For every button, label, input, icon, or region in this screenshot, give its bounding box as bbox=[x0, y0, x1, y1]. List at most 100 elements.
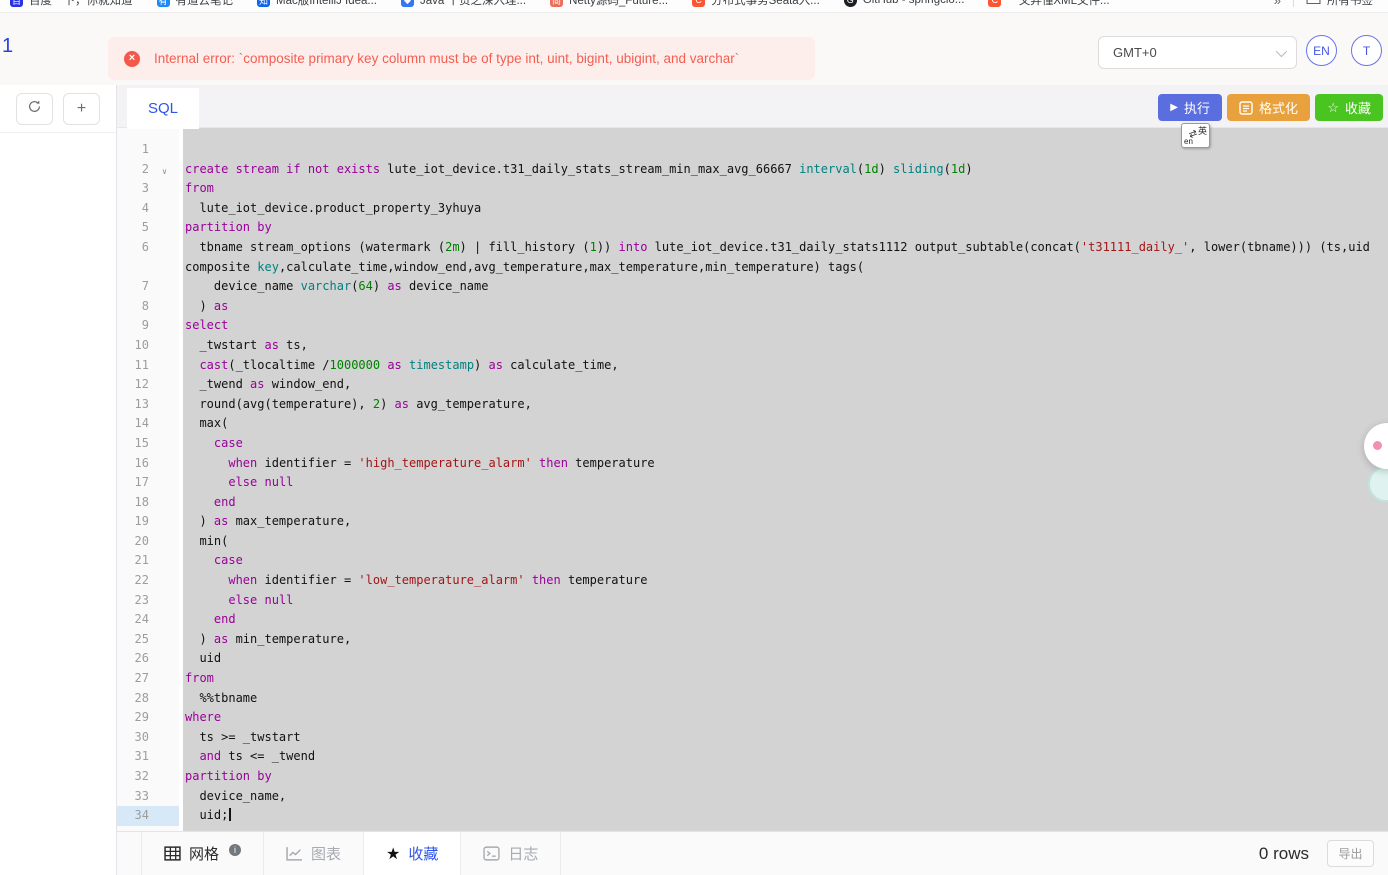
code-line[interactable]: 28 %%tbname bbox=[117, 689, 1388, 709]
refresh-button[interactable] bbox=[16, 93, 53, 125]
code-line[interactable]: 21 case bbox=[117, 551, 1388, 571]
code-text: partition by bbox=[183, 767, 1388, 787]
code-line[interactable]: 30 ts >= _twstart bbox=[117, 728, 1388, 748]
code-text: from bbox=[183, 179, 1388, 199]
plus-icon: + bbox=[77, 100, 86, 118]
code-line[interactable]: 20 min( bbox=[117, 532, 1388, 552]
bookmarks-list: 百百度一下，你就知道 有有道云笔记 知Mac版IntelliJ Idea... ◆Ja… bbox=[0, 0, 1388, 13]
youdao-icon: 有 bbox=[157, 0, 170, 7]
code-line[interactable]: 3from bbox=[117, 179, 1388, 199]
code-line[interactable]: 17 else null bbox=[117, 473, 1388, 493]
results-tabs: 网格i图表★收藏日志 bbox=[117, 832, 561, 875]
line-number: 8 bbox=[117, 297, 179, 317]
star-outline-icon: ☆ bbox=[1327, 101, 1339, 114]
code-line[interactable]: 25 ) as min_temperature, bbox=[117, 630, 1388, 650]
code-line[interactable]: 16 when identifier = 'high_temperature_a… bbox=[117, 454, 1388, 474]
code-text: device_name, bbox=[183, 787, 1388, 807]
line-number: 9 bbox=[117, 316, 179, 336]
line-number: 21 bbox=[117, 551, 179, 571]
code-line[interactable]: 23 else null bbox=[117, 591, 1388, 611]
code-line[interactable]: 26 uid bbox=[117, 649, 1388, 669]
code-line[interactable]: 5partition by bbox=[117, 218, 1388, 238]
bookmark-item[interactable]: GGitHub - springclo... bbox=[844, 0, 965, 7]
sql-editor[interactable]: 12∨create stream if not exists lute_iot_… bbox=[117, 128, 1388, 831]
line-number: 10 bbox=[117, 336, 179, 356]
code-text: case bbox=[183, 551, 1388, 571]
add-button[interactable]: + bbox=[63, 93, 100, 125]
bookmark-item[interactable]: 简Netty源码_Future... bbox=[550, 0, 668, 8]
code-text: case bbox=[183, 434, 1388, 454]
code-line[interactable]: 27from bbox=[117, 669, 1388, 689]
line-number: 15 bbox=[117, 434, 179, 454]
code-line[interactable]: 31 and ts <= _twend bbox=[117, 747, 1388, 767]
bookmark-item[interactable]: 百百度一下，你就知道 bbox=[10, 0, 133, 8]
code-text: lute_iot_device.product_property_3yhuya bbox=[183, 199, 1388, 219]
code-line[interactable]: 10 _twstart as ts, bbox=[117, 336, 1388, 356]
bookmark-item[interactable]: 有有道云笔记 bbox=[157, 0, 234, 8]
export-button[interactable]: 导出 bbox=[1327, 840, 1374, 867]
bookmark-label: Java 干货之深入理... bbox=[420, 0, 526, 8]
code-line[interactable]: 15 case bbox=[117, 434, 1388, 454]
code-line[interactable]: 14 max( bbox=[117, 414, 1388, 434]
all-bookmarks-label: 所有书签 bbox=[1327, 0, 1373, 8]
code-line[interactable]: 11 cast(_tlocaltime /1000000 as timestam… bbox=[117, 356, 1388, 376]
code-line[interactable]: 12 _twend as window_end, bbox=[117, 375, 1388, 395]
code-line[interactable]: 32partition by bbox=[117, 767, 1388, 787]
code-line[interactable]: 24 end bbox=[117, 610, 1388, 630]
language-button[interactable]: EN bbox=[1306, 35, 1337, 66]
csdn-icon: C bbox=[988, 0, 1001, 7]
code-line[interactable]: 6 tbname stream_options (watermark (2m) … bbox=[117, 238, 1388, 277]
code-text: uid bbox=[183, 649, 1388, 669]
code-text: and ts <= _twend bbox=[183, 747, 1388, 767]
line-number: 22 bbox=[117, 571, 179, 591]
line-number: 33 bbox=[117, 787, 179, 807]
all-bookmarks-folder[interactable]: 所有书签 bbox=[1306, 0, 1378, 9]
bookmarks-bar: 百百度一下，你就知道 有有道云笔记 知Mac版IntelliJ Idea... ◆Ja… bbox=[0, 0, 1388, 13]
format-icon bbox=[1239, 101, 1253, 115]
sidebar-toolbar: + bbox=[0, 85, 116, 133]
line-number: 30 bbox=[117, 728, 179, 748]
code-text: _twend as window_end, bbox=[183, 375, 1388, 395]
run-button[interactable]: ▶ 执行 bbox=[1158, 94, 1222, 121]
overflow-chevron-icon[interactable]: » bbox=[1274, 0, 1281, 8]
account-button[interactable]: T bbox=[1351, 35, 1382, 66]
tab-favorites[interactable]: ★收藏 bbox=[364, 832, 461, 875]
line-number: 4 bbox=[117, 199, 179, 219]
code-line[interactable]: 13 round(avg(temperature), 2) as avg_tem… bbox=[117, 395, 1388, 415]
code-text: partition by bbox=[183, 218, 1388, 238]
tab-grid[interactable]: 网格i bbox=[141, 832, 264, 875]
favorite-button[interactable]: ☆ 收藏 bbox=[1315, 94, 1383, 121]
code-text: ) as bbox=[183, 297, 1388, 317]
info-icon[interactable]: i bbox=[229, 844, 241, 856]
timezone-select[interactable]: GMT+0 bbox=[1098, 36, 1297, 69]
tab-label: 收藏 bbox=[408, 843, 438, 864]
code-line[interactable]: 2∨create stream if not exists lute_iot_d… bbox=[117, 160, 1388, 180]
code-line[interactable]: 22 when identifier = 'low_temperature_al… bbox=[117, 571, 1388, 591]
tab-chart[interactable]: 图表 bbox=[264, 832, 364, 875]
translate-cursor-badge: 英 ⇄ en bbox=[1181, 123, 1210, 148]
line-number: 34 bbox=[117, 806, 179, 826]
bookmark-item[interactable]: ◆Java 干货之深入理... bbox=[401, 0, 526, 8]
code-line[interactable]: 7 device_name varchar(64) as device_name bbox=[117, 277, 1388, 297]
bookmark-item[interactable]: 知Mac版IntelliJ Idea... bbox=[257, 0, 377, 8]
code-line[interactable]: 33 device_name, bbox=[117, 787, 1388, 807]
bookmark-item[interactable]: C 一文弄懂XML文件... bbox=[988, 0, 1109, 8]
line-chart-icon bbox=[286, 846, 303, 861]
play-icon: ▶ bbox=[1170, 103, 1178, 113]
code-line[interactable]: 18 end bbox=[117, 493, 1388, 513]
code-line[interactable]: 19 ) as max_temperature, bbox=[117, 512, 1388, 532]
header: 1 × Internal error: `composite primary k… bbox=[0, 13, 1388, 85]
code-line[interactable]: 8 ) as bbox=[117, 297, 1388, 317]
bookmark-label: 一文弄懂XML文件... bbox=[1007, 0, 1109, 8]
bookmark-item[interactable]: C分布式事务Seata入... bbox=[692, 0, 820, 8]
tab-logs[interactable]: 日志 bbox=[461, 832, 561, 875]
code-line[interactable]: 34 uid; bbox=[117, 806, 1388, 826]
line-number: 3 bbox=[117, 179, 179, 199]
code-line[interactable]: 9select bbox=[117, 316, 1388, 336]
line-number: 13 bbox=[117, 395, 179, 415]
format-button[interactable]: 格式化 bbox=[1227, 94, 1310, 121]
code-line[interactable]: 29where bbox=[117, 708, 1388, 728]
tab-sql[interactable]: SQL bbox=[127, 88, 199, 129]
line-number: 28 bbox=[117, 689, 179, 709]
code-line[interactable]: 4 lute_iot_device.product_property_3yhuy… bbox=[117, 199, 1388, 219]
